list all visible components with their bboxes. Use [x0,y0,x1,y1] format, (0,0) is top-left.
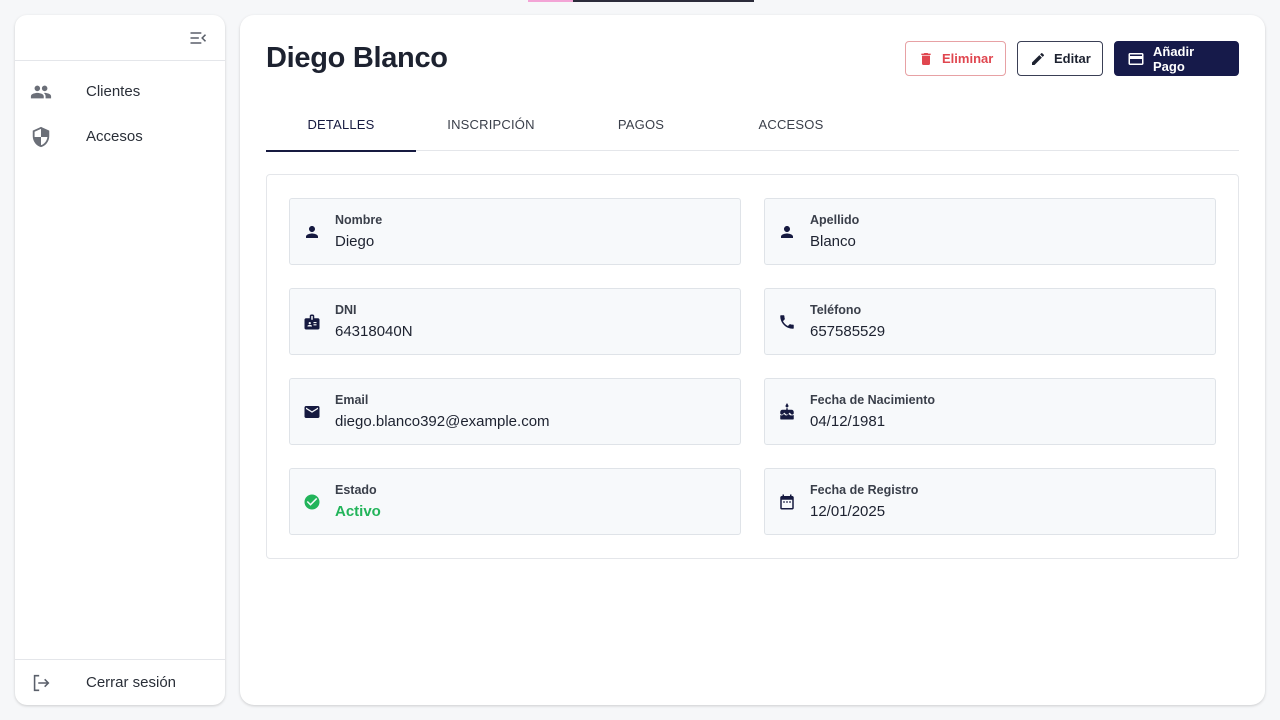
status-badge: Activo [335,503,381,520]
credit-card-icon [1127,50,1145,68]
field-dni: DNI 64318040N [289,288,741,355]
field-value: 04/12/1981 [810,413,886,430]
mail-icon [302,402,322,422]
page-title: Diego Blanco [266,42,448,74]
field-nombre: Nombre Diego [289,198,741,265]
field-label: DNI [335,303,357,317]
trash-icon [918,50,934,68]
field-value: 12/01/2025 [810,503,886,520]
field-value: 657585529 [810,323,886,340]
field-apellido: Apellido Blanco [764,198,1216,265]
field-estado: Estado Activo [289,468,741,535]
edit-button[interactable]: Editar [1017,41,1103,76]
sidebar-item-label: Clientes [86,83,141,100]
field-label: Estado [335,483,377,497]
add-payment-label: Añadir Pago [1153,43,1195,74]
field-value: diego.blanco392@example.com [335,413,550,430]
field-telefono: Teléfono 657585529 [764,288,1216,355]
field-label: Email [335,393,369,407]
people-icon [30,81,52,103]
field-fecha-registro: Fecha de Registro 12/01/2025 [764,468,1216,535]
calendar-icon [777,492,797,512]
tab-inscripcion[interactable]: INSCRIPCIÓN [416,97,566,151]
field-label: Nombre [335,213,383,227]
phone-icon [777,312,797,332]
field-label: Fecha de Registro [810,483,919,497]
details-card: Nombre Diego Apellido Blanco DNI 6431804… [266,174,1239,559]
person-icon [302,222,322,242]
edit-label: Editar [1054,51,1091,66]
main-panel: Diego Blanco Eliminar Editar Añadir Pago… [240,15,1265,705]
sidebar-nav: Clientes Accesos [15,61,225,659]
field-fecha-nacimiento: Fecha de Nacimiento 04/12/1981 [764,378,1216,445]
accent-dark [573,0,754,2]
sidebar-item-clientes[interactable]: Clientes [15,69,225,114]
logout-label: Cerrar sesión [86,674,177,691]
collapse-sidebar-button[interactable] [187,27,209,49]
top-accent-bar [528,0,754,2]
add-payment-button[interactable]: Añadir Pago [1114,41,1239,76]
delete-button[interactable]: Eliminar [905,41,1006,76]
field-email: Email diego.blanco392@example.com [289,378,741,445]
logout-button[interactable]: Cerrar sesión [15,659,225,705]
check-circle-icon [302,492,322,512]
header-actions: Eliminar Editar Añadir Pago [905,41,1239,76]
sidebar-item-accesos[interactable]: Accesos [15,114,225,159]
field-label: Fecha de Nacimiento [810,393,936,407]
field-label: Teléfono [810,303,862,317]
field-label: Apellido [810,213,860,227]
tab-accesos[interactable]: ACCESOS [716,97,866,151]
tab-pagos[interactable]: PAGOS [566,97,716,151]
shield-icon [30,126,52,148]
cake-icon [777,402,797,422]
field-value: Diego [335,233,375,250]
tab-bar: DETALLES INSCRIPCIÓN PAGOS ACCESOS [266,97,1239,152]
logout-icon [30,672,52,694]
person-icon [777,222,797,242]
accent-pink [528,0,573,2]
sidebar-header [15,15,225,61]
delete-label: Eliminar [942,51,994,66]
tab-detalles[interactable]: DETALLES [266,97,416,152]
id-badge-icon [302,312,322,332]
sidebar-item-label: Accesos [86,128,143,145]
menu-collapse-icon [190,31,207,44]
pencil-icon [1030,50,1046,68]
sidebar: Clientes Accesos Cerrar sesión [15,15,225,705]
field-value: Blanco [810,233,856,250]
field-value: 64318040N [335,323,413,340]
